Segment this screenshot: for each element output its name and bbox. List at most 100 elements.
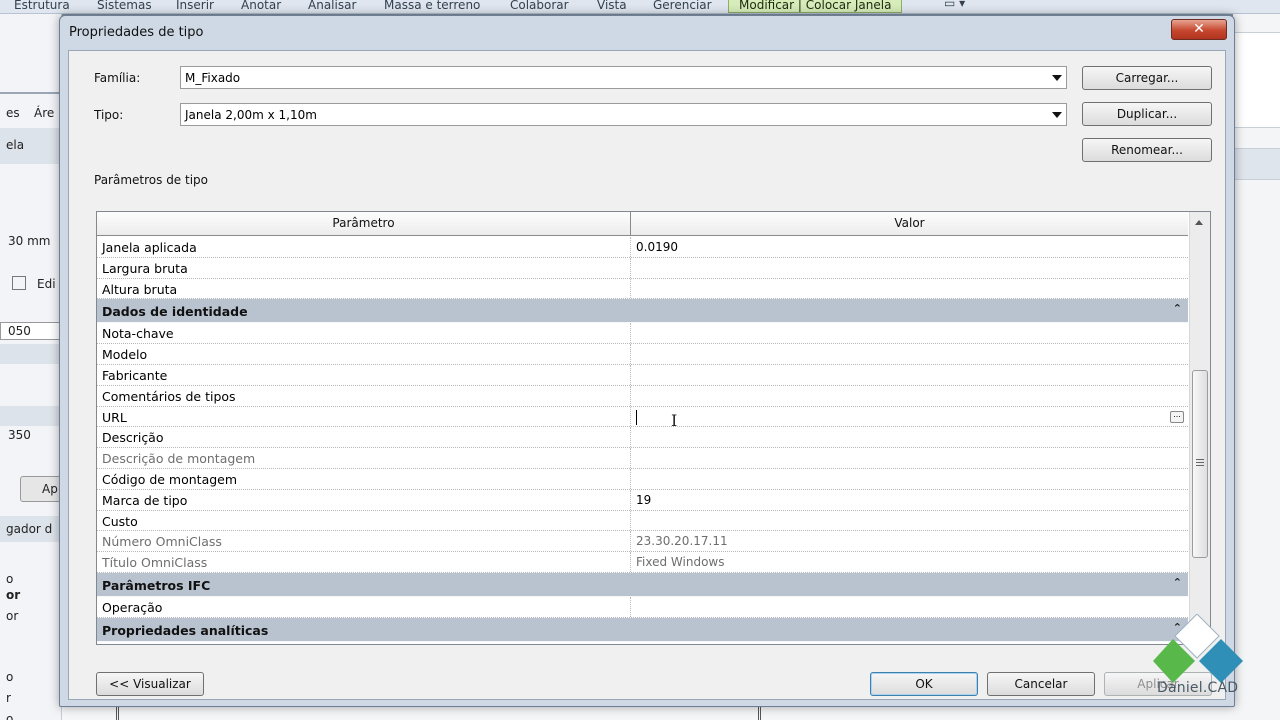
parameter-name: Número OmniClass	[102, 534, 222, 550]
table-row[interactable]: Marca de tipo 19	[97, 489, 1188, 511]
table-row[interactable]: Altura bruta	[97, 278, 1188, 300]
close-button[interactable]: ✕	[1171, 19, 1227, 40]
type-select-value: Janela 2,00m x 1,10m	[185, 108, 317, 122]
bg-text: gador d	[6, 522, 53, 536]
ribbon-tab-colaborar[interactable]: Colaborar	[510, 0, 569, 12]
parameter-value[interactable]: 23.30.20.17.11	[636, 534, 728, 548]
table-row[interactable]: Descrição de montagem	[97, 448, 1188, 469]
family-select-value: M_Fixado	[185, 71, 241, 85]
cell-separator	[630, 448, 631, 468]
group-label: Parâmetros IFC	[102, 577, 211, 593]
ribbon-tab-sistemas[interactable]: Sistemas	[97, 0, 152, 12]
table-row[interactable]: Janela aplicada 0.0190	[97, 237, 1188, 258]
cell-separator	[630, 596, 631, 617]
chevron-down-icon	[1052, 75, 1062, 81]
group-label: Propriedades analíticas	[102, 622, 269, 638]
parameter-name: Comentários de tipos	[102, 388, 236, 404]
ok-button[interactable]: OK	[870, 672, 978, 696]
bg-text: o	[6, 670, 14, 684]
table-row[interactable]: Custo	[97, 510, 1188, 532]
column-header-value[interactable]: Valor	[631, 216, 1188, 230]
group-label: Dados de identidade	[102, 304, 248, 320]
bg-text: or	[6, 588, 21, 602]
parameter-name: Janela aplicada	[102, 240, 197, 255]
text-caret	[636, 409, 637, 425]
load-button[interactable]: Carregar...	[1082, 66, 1212, 90]
table-row[interactable]: Descrição	[97, 427, 1188, 449]
ribbon-tab-estrutura[interactable]: Estrutura	[14, 0, 70, 12]
bg-text: ela	[6, 138, 25, 152]
ribbon-tab-vista[interactable]: Vista	[597, 0, 627, 12]
collapse-icon[interactable]: ⌃	[1173, 302, 1182, 315]
rename-button[interactable]: Renomear...	[1082, 138, 1212, 162]
ribbon-tab-inserir[interactable]: Inserir	[176, 0, 214, 12]
bg-wall-line	[758, 705, 761, 720]
bg-text: es	[6, 106, 20, 120]
edit-type-icon[interactable]	[12, 276, 26, 290]
table-row[interactable]: Operação	[97, 596, 1188, 618]
duplicate-button[interactable]: Duplicar...	[1082, 102, 1212, 126]
parameter-name: Descrição de montagem	[102, 451, 256, 467]
bg-text: 050	[8, 324, 31, 338]
table-row[interactable]: Comentários de tipos	[97, 385, 1188, 407]
bg-text: 30 mm	[8, 234, 51, 248]
type-parameters-grid: Parâmetro Valor Janela aplicada 0.0190 Lar…	[96, 211, 1211, 645]
cell-separator	[630, 323, 631, 344]
bg-text: r	[6, 691, 11, 705]
ribbon-tab-modificar-colocar-janela[interactable]: Modificar | Colocar Janela	[728, 0, 903, 13]
bg-text: or	[6, 609, 19, 623]
parameter-value[interactable]: Fixed Windows	[636, 555, 724, 569]
column-header-parameter[interactable]: Parâmetro	[97, 216, 630, 230]
type-properties-dialog: Propriedades de tipo ✕ Família: M_Fixado…	[59, 15, 1235, 707]
table-row[interactable]: Fabricante	[97, 364, 1188, 386]
bg-text: 350	[8, 428, 31, 442]
ribbon-tab-anotar[interactable]: Anotar	[241, 0, 281, 12]
preview-button[interactable]: << Visualizar	[96, 672, 204, 696]
family-select[interactable]: M_Fixado	[180, 66, 1067, 89]
bg-wall-line	[116, 705, 119, 720]
cell-separator	[630, 531, 631, 552]
group-row[interactable]: Propriedades analíticas ⌃	[97, 617, 1188, 642]
cell-separator	[630, 427, 631, 448]
chevron-down-icon	[1052, 112, 1062, 118]
scroll-up-icon[interactable]	[1195, 220, 1203, 225]
group-row[interactable]: Parâmetros IFC ⌃	[97, 572, 1188, 597]
bg-band	[1233, 32, 1280, 128]
bg-text: o	[6, 712, 14, 720]
ribbon-tab-gerenciar[interactable]: Gerenciar	[653, 0, 712, 12]
cell-separator	[630, 237, 631, 257]
group-row[interactable]: Dados de identidade ⌃	[97, 299, 1188, 324]
table-row[interactable]: Largura bruta	[97, 257, 1188, 279]
parameter-name: Operação	[102, 599, 163, 615]
parameter-value[interactable]: 19	[636, 493, 651, 507]
cell-separator	[630, 344, 631, 364]
cancel-button[interactable]: Cancelar	[987, 672, 1095, 696]
dialog-title: Propriedades de tipo	[69, 25, 204, 40]
dialog-titlebar[interactable]: Propriedades de tipo ✕	[60, 16, 1234, 50]
grid-scrollbar[interactable]	[1189, 212, 1210, 644]
scrollbar-thumb[interactable]	[1192, 370, 1208, 558]
grip-icon	[1196, 459, 1204, 466]
parameter-value[interactable]: 0.0190	[636, 240, 678, 254]
ribbon-options-icon[interactable]: ▭ ▾	[944, 0, 965, 10]
bg-text: Ap	[42, 482, 58, 496]
collapse-icon[interactable]: ⌃	[1173, 576, 1182, 589]
browse-button[interactable]: ...	[1170, 410, 1184, 423]
table-row[interactable]: Nota-chave	[97, 323, 1188, 345]
cell-separator	[630, 364, 631, 385]
type-label: Tipo:	[94, 108, 124, 122]
table-row[interactable]: Modelo	[97, 344, 1188, 365]
table-row[interactable]: Número OmniClass 23.30.20.17.11	[97, 531, 1188, 553]
bg-text: o	[6, 572, 14, 586]
ribbon-tab-massa-terreno[interactable]: Massa e terreno	[384, 0, 480, 12]
table-row[interactable]: URL I...	[97, 406, 1188, 430]
cell-separator	[630, 385, 631, 406]
parameter-name: Código de montagem	[102, 471, 238, 487]
type-select[interactable]: Janela 2,00m x 1,10m	[180, 103, 1067, 126]
ribbon-tabs: Estrutura Sistemas Inserir Anotar Analis…	[0, 0, 1280, 14]
table-row[interactable]: Título OmniClass Fixed Windows	[97, 552, 1188, 573]
parameter-name: Nota-chave	[102, 326, 174, 342]
ribbon-tab-analisar[interactable]: Analisar	[308, 0, 356, 12]
family-label: Família:	[94, 71, 141, 85]
table-row[interactable]: Código de montagem	[97, 468, 1188, 490]
